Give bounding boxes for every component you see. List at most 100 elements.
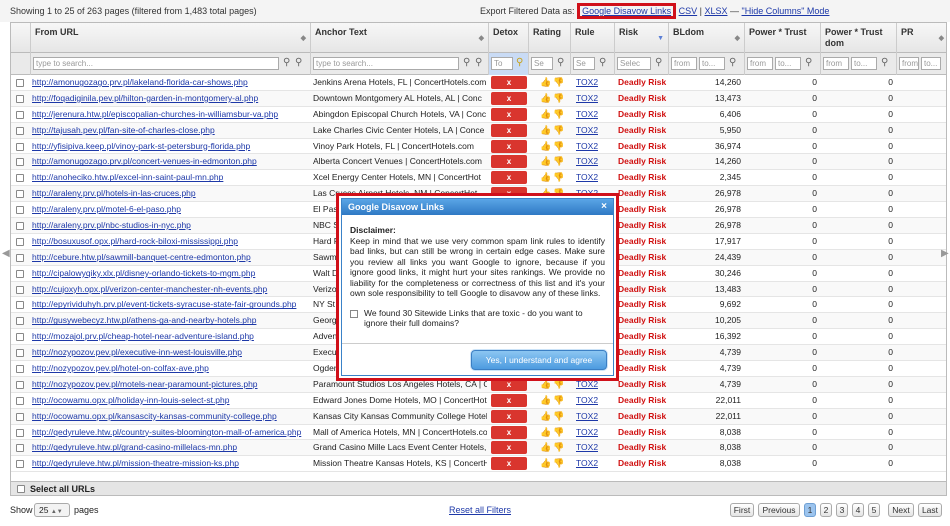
table-row[interactable]: http://ocowamu.opx.pl/kansascity-kansas-… <box>11 408 946 425</box>
row-checkbox[interactable] <box>16 237 24 246</box>
row-checkbox[interactable] <box>16 206 24 215</box>
rule-link[interactable]: TOX2 <box>576 170 598 186</box>
thumbs-down-icon[interactable]: 👎 <box>553 75 564 91</box>
thumbs-up-icon[interactable]: 👍 <box>540 107 551 123</box>
row-checkbox[interactable] <box>16 158 24 167</box>
thumbs-down-icon[interactable]: 👎 <box>553 154 564 170</box>
col-power-trust-dom[interactable]: Power * Trust dom <box>821 23 897 53</box>
row-checkbox[interactable] <box>16 380 24 389</box>
row-checkbox[interactable] <box>16 110 24 119</box>
page-button-2[interactable]: 2 <box>820 503 832 517</box>
row-checkbox[interactable] <box>16 94 24 103</box>
table-row[interactable]: http://yfisipiva.keep.pl/vinoy-park-st-p… <box>11 139 946 155</box>
row-checkbox[interactable] <box>16 333 24 342</box>
thumbs-down-icon[interactable]: 👎 <box>553 139 564 155</box>
from-url-link[interactable]: http://anoheciko.htw.pl/excel-inn-saint-… <box>31 170 309 186</box>
col-rating[interactable]: Rating <box>529 23 571 53</box>
page-button-4[interactable]: 4 <box>852 503 864 517</box>
from-url-link[interactable]: http://jerenura.htw.pl/episcopalian-chur… <box>31 107 309 123</box>
row-checkbox[interactable] <box>16 428 24 437</box>
from-url-link[interactable]: http://ocowamu.opx.pl/holiday-inn-louis-… <box>31 393 309 409</box>
from-url-link[interactable]: http://nozypozov.pev.pl/hotel-on-colfax-… <box>31 361 309 377</box>
row-checkbox[interactable] <box>16 444 24 453</box>
from-url-link[interactable]: http://tajusah.pev.pl/fan-site-of-charle… <box>31 123 309 139</box>
row-checkbox[interactable] <box>16 142 24 151</box>
from-url-link[interactable]: http://bosuxusof.opx.pl/hard-rock-biloxi… <box>31 234 309 250</box>
filter-icon[interactable]: ⚲ <box>463 57 470 68</box>
export-google-disavow-link[interactable]: Google Disavow Links <box>582 6 671 16</box>
filter-icon[interactable]: ⚲ <box>557 57 564 68</box>
rule-link[interactable]: TOX2 <box>576 154 598 170</box>
row-checkbox[interactable] <box>16 349 24 358</box>
thumbs-up-icon[interactable]: 👍 <box>540 170 551 186</box>
row-checkbox[interactable] <box>16 412 24 421</box>
table-row[interactable]: http://jerenura.htw.pl/episcopalian-chur… <box>11 107 946 123</box>
rule-link[interactable]: TOX2 <box>576 139 598 155</box>
row-checkbox[interactable] <box>16 79 24 87</box>
from-url-link[interactable]: http://araleny.prv.pl/nbc-studios-in-nyc… <box>31 218 309 234</box>
bldom-from-input[interactable]: from <box>671 57 697 70</box>
detox-badge[interactable]: x <box>491 123 527 137</box>
row-checkbox[interactable] <box>16 317 24 326</box>
close-icon[interactable]: × <box>601 201 607 212</box>
from-url-link[interactable]: http://foqadiginila.pev.pl/hilton-garden… <box>31 91 309 107</box>
agree-button[interactable]: Yes, I understand and agree <box>471 350 607 370</box>
reset-filters-link[interactable]: Reset all Filters <box>449 505 511 515</box>
table-row[interactable]: http://foqadiginila.pev.pl/hilton-garden… <box>11 90 946 107</box>
from-url-link[interactable]: http://amonugozago.prv.pl/lakeland-flori… <box>31 75 309 91</box>
thumbs-down-icon[interactable]: 👎 <box>553 170 564 186</box>
col-rule[interactable]: Rule <box>571 23 615 53</box>
url-search-input[interactable]: type to search... <box>33 57 279 70</box>
from-url-link[interactable]: http://cujoxyh.opx.pl/verizon-center-man… <box>31 282 309 298</box>
thumbs-down-icon[interactable]: 👎 <box>553 123 564 139</box>
from-url-link[interactable]: http://yfisipiva.keep.pl/vinoy-park-st-p… <box>31 139 309 155</box>
thumbs-up-icon[interactable]: 👍 <box>540 154 551 170</box>
thumbs-up-icon[interactable]: 👍 <box>540 393 551 409</box>
table-row[interactable]: http://tajusah.pev.pl/fan-site-of-charle… <box>11 122 946 139</box>
thumbs-up-icon[interactable]: 👍 <box>540 409 551 425</box>
detox-badge[interactable]: x <box>491 139 527 153</box>
rule-link[interactable]: TOX2 <box>576 456 598 472</box>
col-anchor[interactable]: Anchor Text ◆ <box>311 23 489 53</box>
thumbs-down-icon[interactable]: 👎 <box>553 425 564 441</box>
next-page-button[interactable]: Next <box>888 503 914 517</box>
pr-to-input[interactable]: to... <box>921 57 941 70</box>
bldom-to-input[interactable]: to... <box>699 57 725 70</box>
first-page-button[interactable]: First <box>730 503 754 517</box>
filter-active-icon[interactable]: ⚲ <box>516 57 523 68</box>
hide-columns-link[interactable]: "Hide Columns" Mode <box>742 6 830 16</box>
row-checkbox[interactable] <box>16 269 24 278</box>
page-size-select[interactable]: 25 ▲▼ <box>34 503 70 517</box>
detox-badge[interactable]: x <box>491 107 527 121</box>
thumbs-up-icon[interactable]: 👍 <box>540 425 551 441</box>
left-arrow-icon[interactable]: ◀ <box>2 248 10 259</box>
from-url-link[interactable]: http://nozypozov.pev.pl/motels-near-para… <box>31 377 309 393</box>
from-url-link[interactable]: http://nozypozov.pev.pl/executive-inn-we… <box>31 345 309 361</box>
export-csv-link[interactable]: CSV <box>679 6 698 16</box>
col-pr[interactable]: PR ◆ <box>897 23 946 53</box>
filter-clear-icon[interactable]: ⚲ <box>475 57 482 68</box>
filter-icon[interactable]: ⚲ <box>805 57 812 68</box>
detox-badge[interactable]: x <box>491 409 527 423</box>
row-checkbox[interactable] <box>16 285 24 294</box>
thumbs-down-icon[interactable]: 👎 <box>553 91 564 107</box>
pr-from-input[interactable]: from <box>899 57 919 70</box>
filter-icon[interactable]: ⚲ <box>881 57 888 68</box>
col-bldom[interactable]: BLdom ◆ <box>669 23 745 53</box>
select-all-checkbox[interactable] <box>17 485 25 493</box>
col-power-trust[interactable]: Power * Trust <box>745 23 821 53</box>
from-url-link[interactable]: http://epyrividuhyh.prv.pl/event-tickets… <box>31 297 309 313</box>
filter-icon[interactable]: ⚲ <box>729 57 736 68</box>
detox-badge[interactable]: x <box>491 425 527 439</box>
row-checkbox[interactable] <box>16 174 24 183</box>
detox-select[interactable]: To <box>491 57 513 70</box>
filter-icon[interactable]: ⚲ <box>599 57 606 68</box>
rule-link[interactable]: TOX2 <box>576 123 598 139</box>
thumbs-up-icon[interactable]: 👍 <box>540 139 551 155</box>
table-row[interactable]: http://amonugozago.prv.pl/lakeland-flori… <box>11 75 946 91</box>
row-checkbox[interactable] <box>16 460 24 469</box>
detox-badge[interactable]: x <box>491 155 527 169</box>
col-detox[interactable]: Detox <box>489 23 529 53</box>
anchor-search-input[interactable]: type to search... <box>313 57 459 70</box>
table-row[interactable]: http://qedyruleve.htw.pl/grand-casino-mi… <box>11 440 946 457</box>
